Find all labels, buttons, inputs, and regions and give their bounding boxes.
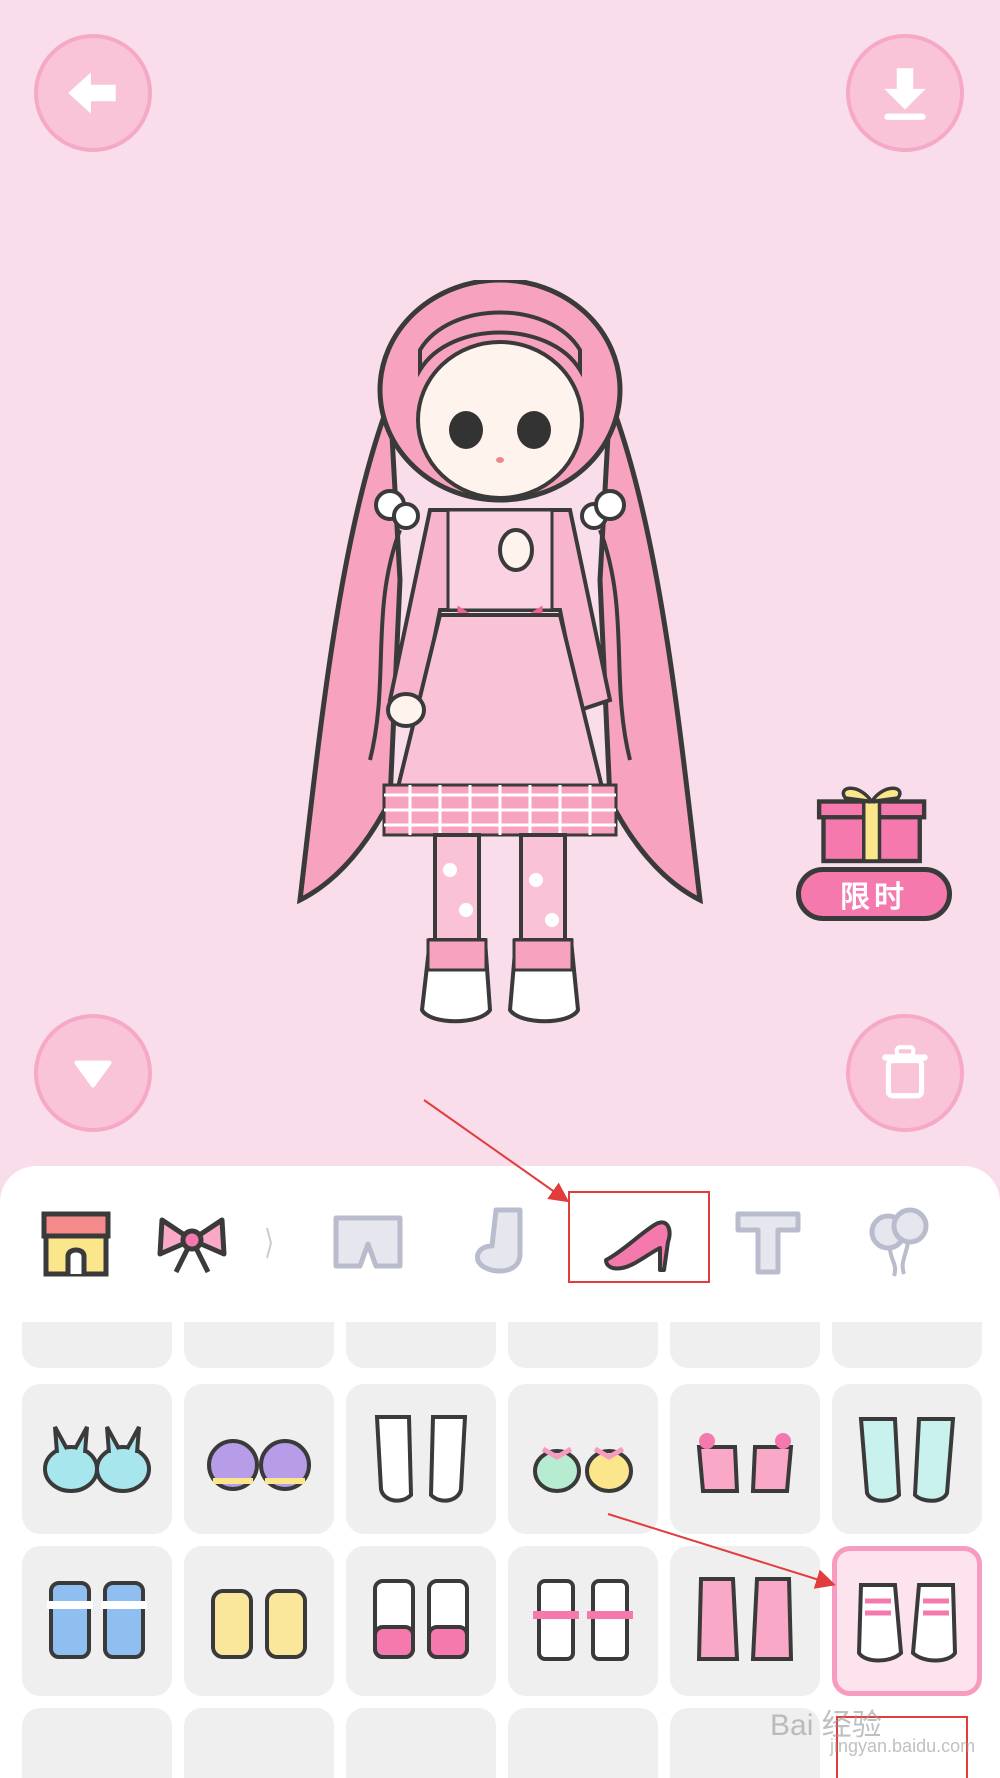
yellow-boot-icon: [211, 1589, 307, 1659]
mint-sock-icon: [858, 1417, 956, 1503]
shoe-item[interactable]: [346, 1708, 496, 1778]
tab-text[interactable]: [720, 1194, 816, 1290]
shoe-item[interactable]: [22, 1322, 172, 1368]
shoe-item[interactable]: [832, 1322, 982, 1368]
purple-shoe-icon: [207, 1439, 311, 1491]
trash-icon: [882, 1045, 928, 1099]
shoe-item-yellow-bow[interactable]: [184, 1546, 334, 1696]
limited-label: 限时: [796, 867, 952, 921]
wardrobe-panel: [0, 1166, 1000, 1778]
shoe-item-ribbon-sandal[interactable]: [508, 1546, 658, 1696]
tab-selection-frame: [568, 1191, 710, 1283]
shoe-item[interactable]: [508, 1708, 658, 1778]
frill-boot-icon: [373, 1579, 469, 1659]
shoe-item-mint-socks[interactable]: [832, 1384, 982, 1534]
tab-accessories[interactable]: [144, 1194, 240, 1290]
category-tabs: [0, 1166, 1000, 1316]
balloon-icon: [869, 1207, 929, 1277]
download-button[interactable]: [846, 34, 964, 152]
pom-shoe-icon: [533, 1446, 633, 1493]
watermark-url: jingyan.baidu.com: [830, 1736, 976, 1756]
sock-icon: [475, 1207, 523, 1274]
triangle-down-icon: [74, 1060, 112, 1088]
shoe-item-pink-frill[interactable]: [346, 1546, 496, 1696]
shoe-item-purple[interactable]: [184, 1384, 334, 1534]
shop-icon: [41, 1211, 111, 1277]
paw-sock-icon: [374, 1415, 468, 1503]
shoe-item[interactable]: [508, 1322, 658, 1368]
shoe-item-blue-bow[interactable]: [22, 1546, 172, 1696]
shoe-item-pink-lace[interactable]: [670, 1546, 820, 1696]
sandal-icon: [533, 1579, 633, 1661]
shoe-item-fruit-pom[interactable]: [508, 1384, 658, 1534]
trash-button[interactable]: [846, 1014, 964, 1132]
sneaker-icon: [856, 1583, 958, 1663]
arrow-left-icon: [68, 72, 116, 114]
shoe-item[interactable]: [670, 1322, 820, 1368]
shoe-item-bunny-blue[interactable]: [22, 1384, 172, 1534]
limited-gift[interactable]: 限时: [796, 780, 956, 930]
tab-socks[interactable]: [452, 1194, 548, 1290]
shoe-item[interactable]: [184, 1322, 334, 1368]
tab-shop[interactable]: [28, 1194, 124, 1290]
shoe-item-pink-sneakers[interactable]: [832, 1546, 982, 1696]
blue-boot-icon: [47, 1581, 147, 1659]
dressup-stage: 限时: [0, 0, 1000, 1170]
tab-pants[interactable]: [320, 1194, 416, 1290]
bow-icon: [157, 1217, 227, 1274]
shoe-item[interactable]: [184, 1708, 334, 1778]
shoe-item[interactable]: [22, 1708, 172, 1778]
text-icon: [735, 1211, 801, 1275]
shoe-item[interactable]: [346, 1322, 496, 1368]
tab-balloons[interactable]: [852, 1194, 948, 1290]
bunny-slipper-icon: [43, 1426, 151, 1493]
download-icon: [884, 68, 926, 120]
star-shoe-icon: [696, 1433, 794, 1493]
lace-boot-icon: [696, 1577, 794, 1661]
collapse-button[interactable]: [34, 1014, 152, 1132]
back-button[interactable]: [34, 34, 152, 152]
gift-box-icon: [816, 786, 927, 864]
tab-divider: [266, 1227, 272, 1259]
doll-character: [296, 280, 704, 1024]
pants-icon: [333, 1215, 403, 1269]
shoe-item-paw-socks[interactable]: [346, 1384, 496, 1534]
shoe-item-pink-star[interactable]: [670, 1384, 820, 1534]
